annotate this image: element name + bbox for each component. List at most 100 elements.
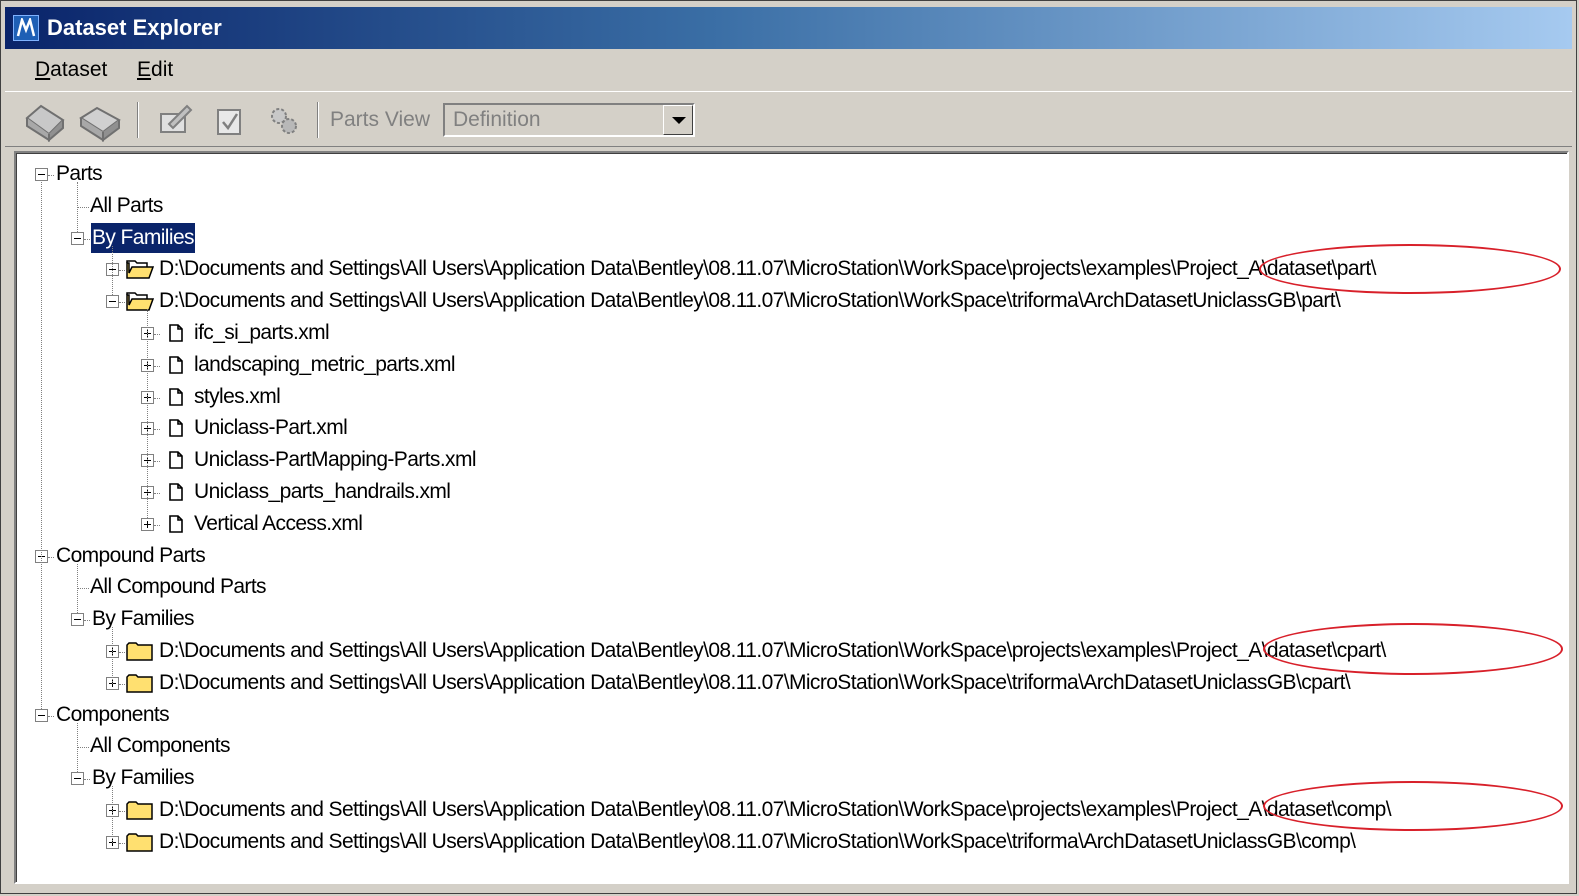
toolbar-separator [317, 102, 319, 138]
collapse-icon[interactable] [71, 772, 84, 786]
tree-row[interactable]: Components [17, 700, 1557, 732]
tree-connector [154, 334, 160, 335]
tree-connector [77, 722, 78, 773]
tree-connector [154, 524, 160, 526]
toolbar: Parts View Definition [5, 91, 1572, 147]
chevron-down-icon[interactable] [663, 105, 693, 135]
tree-row[interactable]: ifc_si_parts.xml [17, 318, 1557, 350]
tree-connector [84, 779, 90, 781]
collapse-icon[interactable] [71, 613, 84, 627]
tree-row[interactable]: Vertical Access.xml [17, 509, 1557, 541]
collapse-icon[interactable] [35, 168, 48, 181]
folder-icon [126, 800, 154, 825]
tree-node-folder-label[interactable]: D:\Documents and Settings\All Users\Appl… [158, 254, 1377, 284]
tree-connector [154, 461, 160, 463]
edit-button[interactable] [155, 98, 195, 142]
annotation-circle [1263, 623, 1563, 675]
tree-connector [119, 652, 125, 653]
tree-node-file-label[interactable]: Vertical Access.xml [193, 509, 363, 539]
tree-connector [48, 556, 54, 558]
tree-node-folder-label[interactable]: D:\Documents and Settings\All Users\Appl… [158, 286, 1341, 316]
folder-open-icon [126, 291, 155, 316]
document-icon [167, 514, 185, 539]
tree-connector [154, 365, 160, 367]
tree-connector [147, 309, 148, 518]
dataset-explorer-app-icon[interactable] [13, 15, 39, 41]
collapse-icon[interactable] [71, 231, 84, 245]
tree-node-folder-label[interactable]: D:\Documents and Settings\All Users\Appl… [158, 636, 1387, 666]
tree-connector [77, 206, 89, 208]
annotation-circle [1263, 781, 1563, 831]
parts-view-value: Definition [453, 108, 541, 131]
tree-row[interactable]: D:\Documents and Settings\All Users\Appl… [17, 668, 1557, 700]
open-dataset-button[interactable] [21, 98, 71, 143]
tree-row[interactable]: landscaping_metric_parts.xml [17, 350, 1557, 382]
expand-icon[interactable] [141, 517, 154, 531]
tree-node-by-families-label[interactable]: By Families [90, 221, 196, 254]
tree-connector [84, 238, 90, 240]
tree-connector [77, 747, 89, 749]
tree-connector [119, 270, 125, 272]
tree-connector [112, 786, 113, 843]
parts-view-select[interactable]: Definition [443, 103, 695, 137]
tree-connector [119, 842, 125, 844]
tree-row[interactable]: All Parts [17, 191, 1557, 223]
tree-connector [154, 397, 160, 399]
tree-node-all-parts-label[interactable]: All Parts [89, 191, 164, 221]
properties-icon [217, 109, 241, 135]
tree-node-all-components-label[interactable]: All Components [89, 731, 231, 761]
tree-connector [77, 588, 89, 590]
tree-connector [112, 245, 113, 296]
tree-node-by-families-label[interactable]: By Families [91, 604, 195, 634]
tree-node-file-label[interactable]: ifc_si_parts.xml [193, 318, 330, 348]
tree-node-all-compound-parts-label[interactable]: All Compound Parts [89, 572, 267, 602]
parts-view-label: Parts View [330, 108, 430, 131]
properties-button[interactable] [210, 98, 250, 142]
tree-node-file-label[interactable]: Uniclass-PartMapping-Parts.xml [193, 445, 477, 475]
tree-row[interactable]: Uniclass-Part.xml [17, 413, 1557, 445]
settings-icon [271, 108, 297, 134]
tree-node-by-families-label[interactable]: By Families [91, 763, 195, 793]
document-icon [167, 450, 185, 475]
tree-node-parts-label[interactable]: Parts [55, 159, 103, 189]
settings-button[interactable] [263, 98, 303, 142]
folder-open-icon [126, 259, 155, 284]
tree-node-file-label[interactable]: Uniclass_parts_handrails.xml [193, 477, 451, 507]
collapse-icon[interactable] [106, 295, 119, 309]
tree-node-file-label[interactable]: Uniclass-Part.xml [193, 413, 348, 443]
tree-row[interactable]: Uniclass_parts_handrails.xml [17, 477, 1557, 509]
document-icon [167, 482, 185, 507]
tree-node-components-label[interactable]: Components [55, 700, 170, 730]
folder-icon [126, 673, 154, 698]
menu-edit[interactable]: Edit [135, 53, 175, 87]
tree-connector [154, 429, 160, 431]
annotation-circle [1259, 244, 1561, 294]
close-dataset-button[interactable] [75, 98, 125, 142]
tree-node-folder-label[interactable]: D:\Documents and Settings\All Users\Appl… [158, 795, 1392, 825]
collapse-icon[interactable] [35, 708, 48, 722]
tree-node-file-label[interactable]: styles.xml [193, 382, 281, 412]
document-icon [167, 355, 185, 380]
tree-node-file-label[interactable]: landscaping_metric_parts.xml [193, 350, 456, 380]
tree-connector [112, 627, 113, 684]
tree-row[interactable]: D:\Documents and Settings\All Users\Appl… [17, 827, 1557, 859]
tree-node-folder-label[interactable]: D:\Documents and Settings\All Users\Appl… [158, 827, 1356, 857]
tree-row[interactable]: All Compound Parts [17, 572, 1557, 604]
tree-connector [119, 302, 125, 304]
tree-connector [77, 563, 78, 614]
tree-connector [77, 182, 78, 232]
tree-connector [84, 620, 90, 622]
menu-dataset[interactable]: Dataset [33, 53, 109, 87]
folder-icon [126, 641, 154, 666]
window-title: Dataset Explorer [47, 15, 222, 40]
tree-row[interactable]: Uniclass-PartMapping-Parts.xml [17, 445, 1557, 477]
tree-node-folder-label[interactable]: D:\Documents and Settings\All Users\Appl… [158, 668, 1351, 698]
tree-row[interactable]: Compound Parts [17, 541, 1557, 573]
tree-row[interactable]: D:\Documents and Settings\All Users\Appl… [17, 286, 1557, 318]
tree-row[interactable]: styles.xml [17, 382, 1557, 414]
tree-connector [41, 182, 42, 709]
tree-row[interactable]: All Components [17, 731, 1557, 763]
title-bar[interactable]: Dataset Explorer [5, 7, 1572, 49]
tree-row[interactable]: Parts [17, 159, 1557, 191]
toolbar-separator [137, 102, 139, 138]
